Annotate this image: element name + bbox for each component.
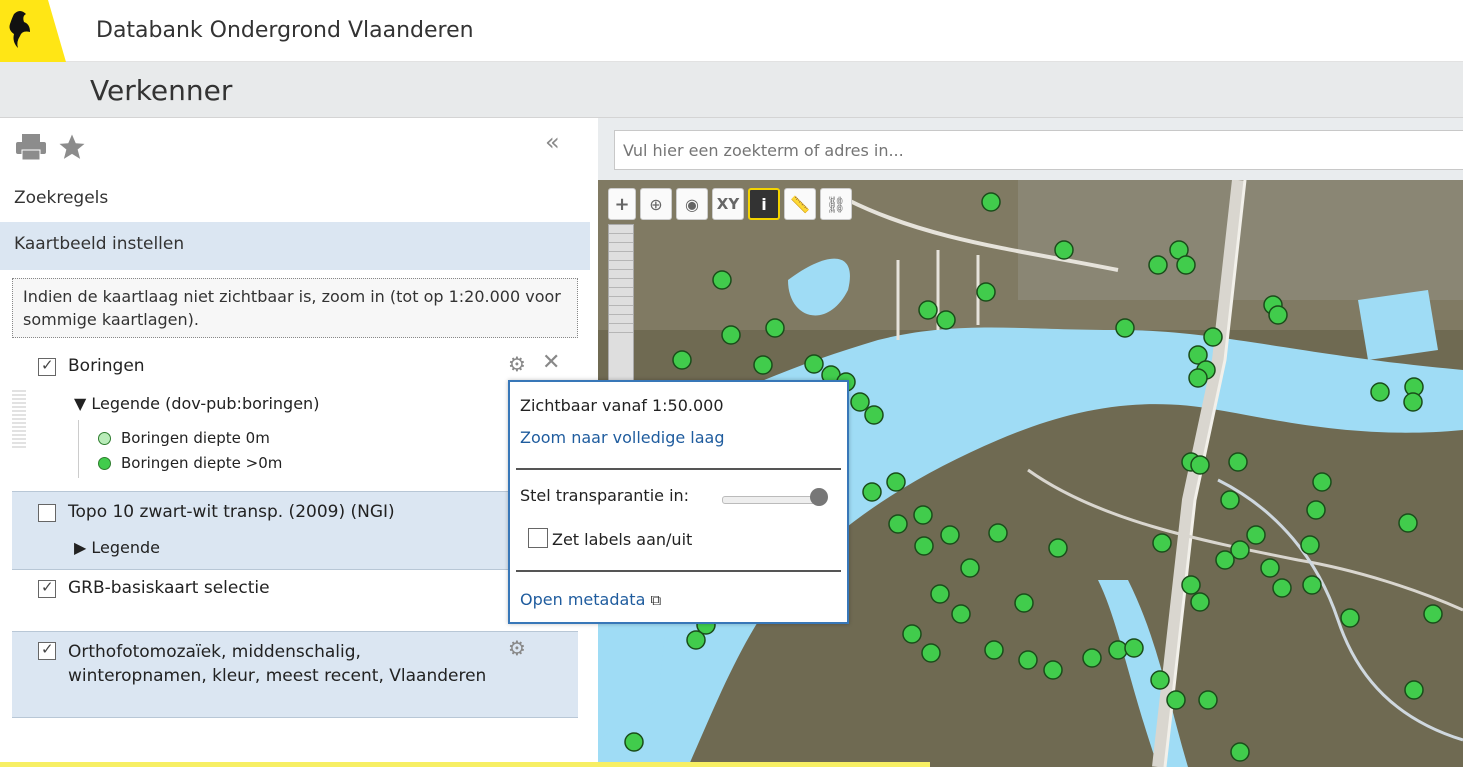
legend-item: Boringen diepte >0m	[98, 454, 282, 472]
sidebar-toolbar	[14, 130, 88, 164]
drill-icon[interactable]: ⛓	[820, 188, 852, 220]
page-title: Verkenner	[90, 74, 233, 107]
info-button[interactable]: i	[748, 188, 780, 220]
layer-boringen-name: Boringen	[68, 356, 145, 376]
popup-divider	[516, 468, 841, 470]
section-kaartbeeld-instellen[interactable]: Kaartbeeld instellen	[0, 222, 590, 270]
legend-item: Boringen diepte 0m	[98, 429, 270, 447]
boring-green-dot-icon	[98, 457, 111, 470]
external-link-icon: ⧉	[650, 591, 662, 609]
popup-divider	[516, 570, 841, 572]
legend-divider	[78, 420, 79, 478]
layer-grb-name: GRB-basiskaart selectie	[68, 578, 270, 598]
layer-orthofoto-name: Orthofotomozaïek, middenschalig, wintero…	[68, 642, 487, 686]
drag-handle[interactable]	[12, 390, 26, 450]
layer-topo10-name: Topo 10 zwart-wit transp. (2009) (NGI)	[68, 502, 395, 522]
layer-grb-checkbox[interactable]	[38, 578, 56, 598]
layer-boringen: Boringen ⚙ ✕ ▼ Legende (dov-pub:boringen…	[12, 346, 578, 492]
triangle-right-icon: ▶	[74, 538, 92, 557]
zoom-in-button[interactable]: +	[608, 188, 636, 220]
legend-title: Legende (dov-pub:boringen)	[91, 394, 320, 413]
star-icon[interactable]	[56, 132, 88, 162]
layer-orthofoto-gear-icon[interactable]: ⚙	[508, 636, 526, 660]
globe-icon[interactable]: ◉	[676, 188, 708, 220]
layer-topo10: Topo 10 zwart-wit transp. (2009) (NGI) ▶…	[12, 492, 578, 570]
sidebar: « Zoekregels Kaartbeeld instellen Indien…	[0, 118, 590, 767]
triangle-down-icon: ▼	[74, 394, 92, 413]
map-toolbar: + ⊕ ◉ XY i 📏 ⛓	[608, 188, 852, 220]
xy-coordinate-button[interactable]: XY	[712, 188, 744, 220]
layer-options-popup: Zichtbaar vanaf 1:50.000 Zoom naar volle…	[508, 380, 849, 624]
labels-toggle-label: Zet labels aan/uit	[552, 530, 693, 549]
layer-orthofoto-checkbox[interactable]	[38, 640, 56, 660]
zoom-info-message: Indien de kaartlaag niet zichtbaar is, z…	[12, 278, 578, 338]
layer-grb: GRB-basiskaart selectie	[12, 570, 578, 632]
layer-topo10-checkbox[interactable]	[38, 504, 56, 522]
collapse-sidebar-icon[interactable]: «	[545, 128, 560, 156]
title-bar: Verkenner	[0, 62, 1463, 118]
zoom-magnifier-icon[interactable]: ⊕	[640, 188, 672, 220]
measure-ruler-icon[interactable]: 📏	[784, 188, 816, 220]
visibility-scale-text: Zichtbaar vanaf 1:50.000	[520, 396, 724, 415]
flemish-lion-logo[interactable]	[0, 0, 66, 62]
site-title[interactable]: Databank Ondergrond Vlaanderen	[96, 18, 474, 43]
transparency-label: Stel transparantie in:	[520, 486, 690, 505]
boring-light-dot-icon	[98, 432, 111, 445]
layer-boringen-checkbox[interactable]	[38, 356, 56, 376]
transparency-slider-handle[interactable]	[810, 488, 828, 506]
labels-toggle-checkbox[interactable]	[528, 528, 548, 548]
search-bar	[598, 118, 1463, 180]
yellow-strip	[0, 762, 930, 767]
section-zoekregels[interactable]: Zoekregels	[0, 176, 590, 224]
search-input[interactable]	[614, 130, 1463, 170]
zoom-to-layer-link[interactable]: Zoom naar volledige laag	[520, 428, 725, 447]
legend-toggle-boringen[interactable]: ▼ Legende (dov-pub:boringen)	[74, 394, 319, 413]
open-metadata-link[interactable]: Open metadata ⧉	[520, 590, 661, 609]
layer-boringen-remove-icon[interactable]: ✕	[542, 350, 560, 375]
legend-toggle-topo10[interactable]: ▶ Legende	[74, 538, 160, 557]
layer-boringen-gear-icon[interactable]: ⚙	[508, 352, 526, 376]
top-bar: Databank Ondergrond Vlaanderen	[0, 0, 1463, 62]
print-icon[interactable]	[14, 132, 48, 162]
layer-orthofoto: Orthofotomozaïek, middenschalig, wintero…	[12, 632, 578, 718]
